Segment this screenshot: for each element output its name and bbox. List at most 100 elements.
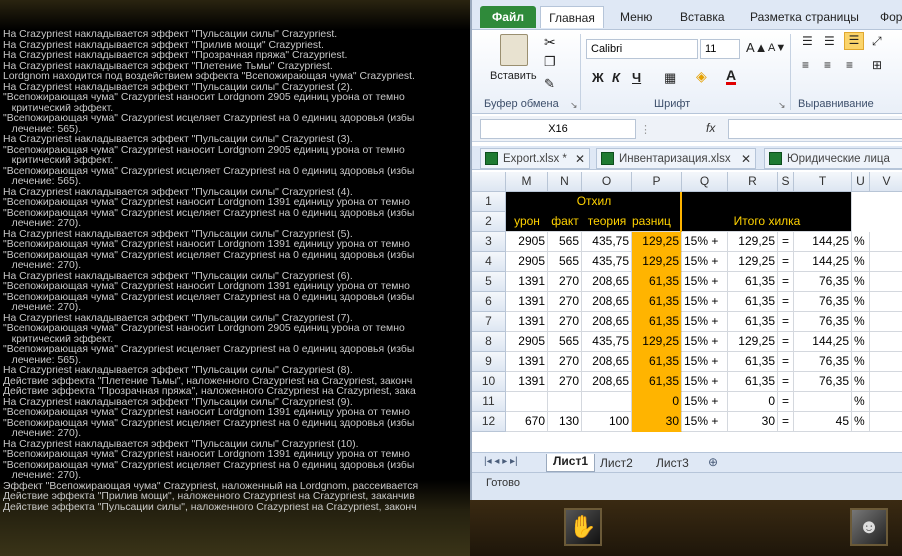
align-center-icon[interactable]: ≡: [824, 58, 831, 72]
data-cell[interactable]: 61,35: [632, 312, 682, 332]
data-cell[interactable]: 100: [582, 412, 632, 432]
close-icon[interactable]: ✕: [575, 149, 585, 169]
align-left-icon[interactable]: ≡: [802, 58, 809, 72]
data-cell[interactable]: 1391: [506, 272, 548, 292]
column-header[interactable]: O: [582, 172, 632, 192]
font-launcher-icon[interactable]: ↘: [778, 100, 786, 111]
total-header[interactable]: Итого хилка: [682, 212, 852, 232]
data-cell[interactable]: =: [778, 392, 794, 412]
column-header[interactable]: T: [794, 172, 852, 192]
data-cell[interactable]: 565: [548, 332, 582, 352]
data-cell[interactable]: [870, 352, 902, 372]
column-header[interactable]: U: [852, 172, 870, 192]
data-cell[interactable]: 15% +: [682, 312, 728, 332]
row-header[interactable]: 5: [472, 272, 506, 292]
data-cell[interactable]: 144,25: [794, 332, 852, 352]
row-header[interactable]: 1: [472, 192, 506, 212]
data-cell[interactable]: =: [778, 412, 794, 432]
row-header[interactable]: 11: [472, 392, 506, 412]
header-cell[interactable]: урон: [506, 212, 548, 232]
align-top-icon[interactable]: ☰: [802, 34, 813, 48]
clipboard-launcher-icon[interactable]: ↘: [570, 100, 578, 111]
data-cell[interactable]: 15% +: [682, 292, 728, 312]
data-cell[interactable]: %: [852, 312, 870, 332]
tab-insert[interactable]: Вставка: [674, 6, 731, 28]
data-cell[interactable]: 76,35: [794, 292, 852, 312]
workbook-tab[interactable]: Юридические лица: [764, 148, 902, 169]
data-cell[interactable]: =: [778, 292, 794, 312]
tab-home[interactable]: Главная: [540, 6, 604, 28]
spreadsheet-grid[interactable]: M N O P Q R S T U V 1 2 3 4 5 6 7 8 9 10 11 12 Отхил урон факт те…: [472, 172, 902, 452]
underline-button[interactable]: Ч: [632, 70, 641, 85]
fill-color-icon[interactable]: ◈: [696, 68, 707, 85]
borders-icon[interactable]: ▦: [664, 70, 676, 86]
data-cell[interactable]: 130: [548, 412, 582, 432]
name-box[interactable]: X16: [480, 119, 636, 139]
column-header[interactable]: M: [506, 172, 548, 192]
data-cell[interactable]: 15% +: [682, 352, 728, 372]
data-cell[interactable]: [794, 392, 852, 412]
data-cell[interactable]: 270: [548, 352, 582, 372]
data-cell[interactable]: =: [778, 252, 794, 272]
data-cell[interactable]: 565: [548, 232, 582, 252]
data-cell[interactable]: 61,35: [632, 292, 682, 312]
data-cell[interactable]: 61,35: [632, 372, 682, 392]
tab-menu[interactable]: Меню: [614, 6, 658, 28]
column-header[interactable]: S: [778, 172, 794, 192]
data-cell[interactable]: 129,25: [728, 232, 778, 252]
data-cell[interactable]: 15% +: [682, 372, 728, 392]
new-sheet-icon[interactable]: ⊕: [708, 455, 718, 469]
data-cell[interactable]: 270: [548, 372, 582, 392]
row-header[interactable]: 9: [472, 352, 506, 372]
data-cell[interactable]: %: [852, 392, 870, 412]
data-cell[interactable]: [870, 332, 902, 352]
data-cell[interactable]: 1391: [506, 312, 548, 332]
font-size-select[interactable]: 11: [700, 39, 740, 59]
data-cell[interactable]: =: [778, 372, 794, 392]
sheet-tab-1[interactable]: Лист1: [546, 454, 596, 472]
format-painter-icon[interactable]: ✎: [544, 76, 555, 92]
data-cell[interactable]: [870, 252, 902, 272]
spell-button-icon[interactable]: ✋: [564, 508, 602, 546]
data-cell[interactable]: %: [852, 232, 870, 252]
column-header[interactable]: Q: [682, 172, 728, 192]
row-header[interactable]: 7: [472, 312, 506, 332]
merge-icon[interactable]: ⊞: [872, 58, 882, 72]
data-cell[interactable]: =: [778, 352, 794, 372]
data-cell[interactable]: 1391: [506, 292, 548, 312]
data-cell[interactable]: 76,35: [794, 312, 852, 332]
row-header[interactable]: 10: [472, 372, 506, 392]
data-cell[interactable]: 30: [728, 412, 778, 432]
row-header[interactable]: 6: [472, 292, 506, 312]
font-name-select[interactable]: Calibri: [586, 39, 698, 59]
data-cell[interactable]: 61,35: [632, 272, 682, 292]
data-cell[interactable]: 208,65: [582, 292, 632, 312]
row-header[interactable]: 3: [472, 232, 506, 252]
data-cell[interactable]: 1391: [506, 352, 548, 372]
data-cell[interactable]: [870, 392, 902, 412]
data-cell[interactable]: 76,35: [794, 372, 852, 392]
row-header[interactable]: 4: [472, 252, 506, 272]
data-cell[interactable]: 144,25: [794, 232, 852, 252]
align-middle-icon[interactable]: ☰: [824, 34, 835, 48]
data-cell[interactable]: %: [852, 292, 870, 312]
header-cell[interactable]: теория: [582, 212, 632, 232]
sheet-tab-3[interactable]: Лист3: [656, 456, 689, 470]
data-cell[interactable]: 565: [548, 252, 582, 272]
data-cell[interactable]: 129,25: [728, 252, 778, 272]
data-cell[interactable]: 129,25: [632, 332, 682, 352]
data-cell[interactable]: =: [778, 272, 794, 292]
bold-button[interactable]: Ж: [592, 70, 604, 85]
data-cell[interactable]: [870, 272, 902, 292]
align-bottom-icon[interactable]: ☰: [844, 32, 864, 50]
data-cell[interactable]: 670: [506, 412, 548, 432]
data-cell[interactable]: 0: [632, 392, 682, 412]
data-cell[interactable]: 15% +: [682, 252, 728, 272]
paste-button[interactable]: Вставить: [490, 70, 537, 82]
column-header[interactable]: V: [870, 172, 902, 192]
data-cell[interactable]: =: [778, 332, 794, 352]
data-cell[interactable]: [548, 392, 582, 412]
sheet-tab-2[interactable]: Лист2: [600, 456, 633, 470]
row-header[interactable]: 12: [472, 412, 506, 432]
data-cell[interactable]: 270: [548, 272, 582, 292]
